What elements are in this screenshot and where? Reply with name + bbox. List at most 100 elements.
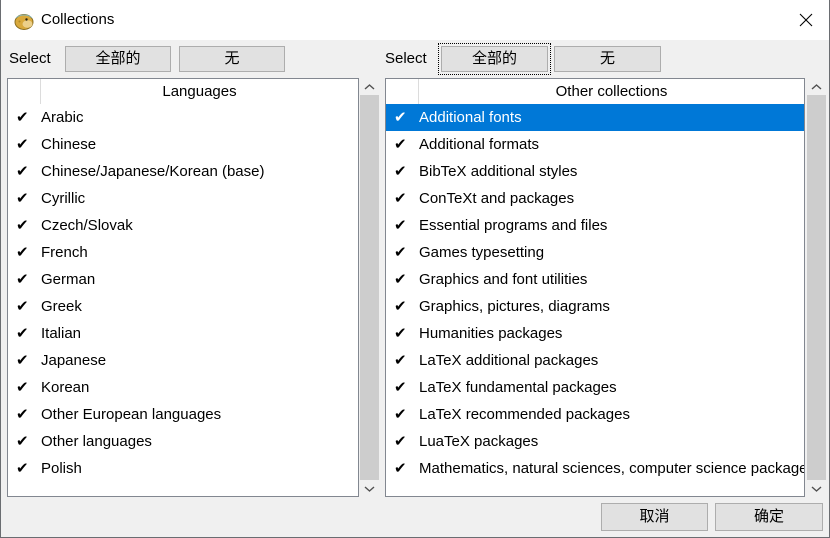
- list-item-label: Czech/Slovak: [41, 212, 358, 239]
- list-item-label: ConTeXt and packages: [419, 185, 804, 212]
- list-item-label: Other European languages: [41, 401, 358, 428]
- list-item[interactable]: ✔LaTeX recommended packages: [386, 401, 804, 428]
- list-item[interactable]: ✔Essential programs and files: [386, 212, 804, 239]
- check-icon: ✔: [386, 266, 419, 293]
- list-item[interactable]: ✔LaTeX fundamental packages: [386, 374, 804, 401]
- list-item[interactable]: ✔LaTeX additional packages: [386, 347, 804, 374]
- close-icon: [799, 13, 813, 27]
- list-item[interactable]: ✔Japanese: [8, 347, 358, 374]
- list-item-label: Additional formats: [419, 131, 804, 158]
- list-item[interactable]: ✔Greek: [8, 293, 358, 320]
- list-item[interactable]: ✔Games typesetting: [386, 239, 804, 266]
- check-icon: ✔: [8, 455, 41, 482]
- check-icon: ✔: [386, 239, 419, 266]
- list-item[interactable]: ✔BibTeX additional styles: [386, 158, 804, 185]
- list-item[interactable]: ✔Polish: [8, 455, 358, 482]
- check-icon: ✔: [386, 347, 419, 374]
- list-item-label: Additional fonts: [419, 104, 804, 131]
- list-item-label: French: [41, 239, 358, 266]
- list-item[interactable]: ✔Italian: [8, 320, 358, 347]
- check-icon: ✔: [386, 158, 419, 185]
- check-icon: ✔: [8, 185, 41, 212]
- check-icon: ✔: [8, 401, 41, 428]
- select-none-button-left[interactable]: 无: [179, 46, 285, 72]
- select-label-right: Select: [385, 46, 427, 72]
- list-item-label: LaTeX fundamental packages: [419, 374, 804, 401]
- select-all-button-left[interactable]: 全部的: [65, 46, 171, 72]
- scroll-down-icon[interactable]: [360, 480, 379, 497]
- check-icon: ✔: [386, 131, 419, 158]
- check-icon: ✔: [386, 401, 419, 428]
- list-item[interactable]: ✔Arabic: [8, 104, 358, 131]
- list-item-label: Essential programs and files: [419, 212, 804, 239]
- list-item-label: Italian: [41, 320, 358, 347]
- list-item[interactable]: ✔Korean: [8, 374, 358, 401]
- list-item[interactable]: ✔Graphics and font utilities: [386, 266, 804, 293]
- check-icon: ✔: [8, 239, 41, 266]
- list-item-label: Games typesetting: [419, 239, 804, 266]
- check-icon: ✔: [386, 212, 419, 239]
- list-item-label: LaTeX recommended packages: [419, 401, 804, 428]
- cancel-button[interactable]: 取消: [601, 503, 708, 531]
- other-collections-header-title: Other collections: [419, 79, 804, 104]
- list-item-label: Graphics, pictures, diagrams: [419, 293, 804, 320]
- list-item-label: Polish: [41, 455, 358, 482]
- check-icon: ✔: [8, 374, 41, 401]
- check-icon: ✔: [8, 347, 41, 374]
- select-label-left: Select: [9, 46, 51, 72]
- list-item[interactable]: ✔Additional fonts: [386, 104, 804, 131]
- languages-list: Languages ✔Arabic✔Chinese✔Chinese/Japane…: [7, 78, 359, 497]
- list-item[interactable]: ✔Humanities packages: [386, 320, 804, 347]
- list-item-label: Graphics and font utilities: [419, 266, 804, 293]
- list-item-label: LuaTeX packages: [419, 428, 804, 455]
- list-item[interactable]: ✔Mathematics, natural sciences, computer…: [386, 455, 804, 482]
- list-item[interactable]: ✔Czech/Slovak: [8, 212, 358, 239]
- check-icon: ✔: [8, 212, 41, 239]
- list-item[interactable]: ✔Chinese: [8, 131, 358, 158]
- scroll-up-icon[interactable]: [807, 78, 826, 95]
- scrollbar-thumb[interactable]: [807, 95, 826, 480]
- check-icon: ✔: [8, 293, 41, 320]
- list-item-label: Humanities packages: [419, 320, 804, 347]
- select-all-button-right[interactable]: 全部的: [441, 46, 548, 72]
- list-item-label: Arabic: [41, 104, 358, 131]
- list-item[interactable]: ✔Other languages: [8, 428, 358, 455]
- collections-dialog: Collections Select 全部的 无 Select 全部的 无 La…: [0, 0, 830, 538]
- window-title: Collections: [41, 0, 114, 40]
- languages-rows: ✔Arabic✔Chinese✔Chinese/Japanese/Korean …: [8, 104, 358, 496]
- list-item-label: LaTeX additional packages: [419, 347, 804, 374]
- languages-header-title: Languages: [41, 79, 358, 104]
- other-collections-rows: ✔Additional fonts✔Additional formats✔Bib…: [386, 104, 804, 496]
- title-bar: Collections: [1, 0, 829, 40]
- other-collections-scrollbar[interactable]: [807, 78, 826, 497]
- close-button[interactable]: [783, 0, 829, 40]
- check-icon: ✔: [386, 428, 419, 455]
- list-item[interactable]: ✔Graphics, pictures, diagrams: [386, 293, 804, 320]
- check-icon: ✔: [8, 266, 41, 293]
- scrollbar-thumb[interactable]: [360, 95, 379, 480]
- list-item-label: Chinese/Japanese/Korean (base): [41, 158, 358, 185]
- list-item[interactable]: ✔ConTeXt and packages: [386, 185, 804, 212]
- list-item-label: Other languages: [41, 428, 358, 455]
- scroll-up-icon[interactable]: [360, 78, 379, 95]
- list-item-label: Greek: [41, 293, 358, 320]
- select-none-button-right[interactable]: 无: [554, 46, 661, 72]
- check-icon: ✔: [386, 374, 419, 401]
- list-item[interactable]: ✔French: [8, 239, 358, 266]
- list-item-label: Chinese: [41, 131, 358, 158]
- list-item[interactable]: ✔Chinese/Japanese/Korean (base): [8, 158, 358, 185]
- ok-button[interactable]: 确定: [715, 503, 823, 531]
- check-icon: ✔: [386, 104, 419, 131]
- list-item-label: Cyrillic: [41, 185, 358, 212]
- languages-list-header: Languages: [8, 79, 358, 104]
- list-item[interactable]: ✔German: [8, 266, 358, 293]
- list-item[interactable]: ✔Other European languages: [8, 401, 358, 428]
- list-item[interactable]: ✔Additional formats: [386, 131, 804, 158]
- list-item[interactable]: ✔Cyrillic: [8, 185, 358, 212]
- check-icon: ✔: [8, 104, 41, 131]
- check-icon: ✔: [8, 428, 41, 455]
- scroll-down-icon[interactable]: [807, 480, 826, 497]
- list-item[interactable]: ✔LuaTeX packages: [386, 428, 804, 455]
- other-collections-list: Other collections ✔Additional fonts✔Addi…: [385, 78, 805, 497]
- languages-scrollbar[interactable]: [360, 78, 379, 497]
